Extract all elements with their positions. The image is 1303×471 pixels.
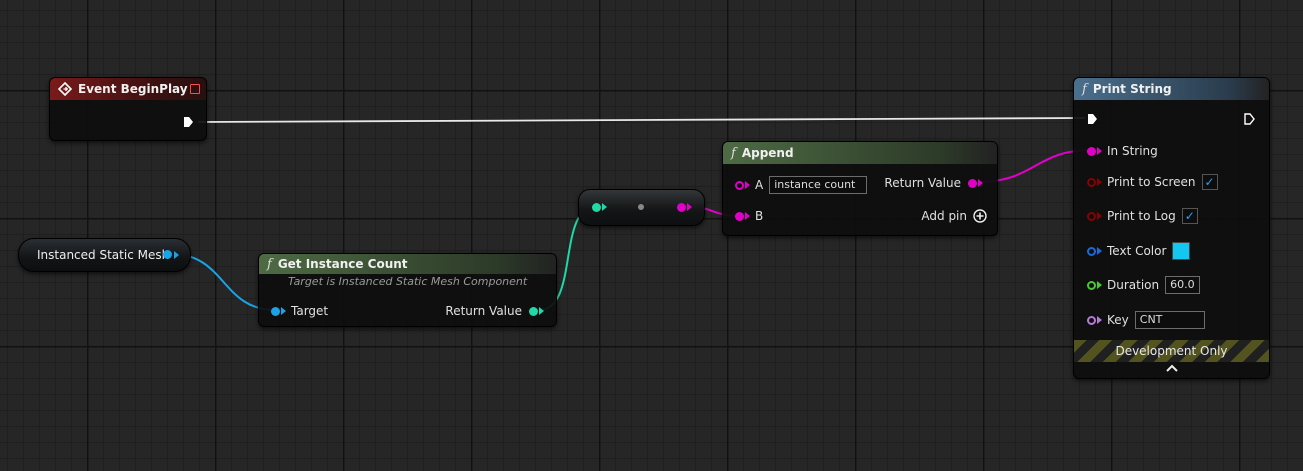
return-value-pin[interactable]	[529, 306, 538, 316]
append-b-pin[interactable]	[735, 211, 744, 221]
append-b-row: B	[735, 209, 763, 223]
collapse-chevron-up-icon[interactable]	[1166, 364, 1178, 372]
print-to-screen-checkbox[interactable]: ✓	[1201, 174, 1218, 190]
text-color-pin[interactable]	[1087, 246, 1096, 256]
duration-row: Duration 60.0	[1087, 276, 1200, 294]
add-plus-icon	[973, 209, 987, 223]
append-return-pin[interactable]	[968, 178, 977, 188]
development-only-banner: Development Only	[1074, 340, 1269, 362]
duration-label: Duration	[1107, 278, 1160, 292]
event-beginplay-title: Event BeginPlay	[78, 82, 188, 96]
pin-arrow-icon	[1097, 281, 1102, 289]
pin-arrow-icon	[281, 307, 286, 315]
append-return-row: Return Value	[884, 176, 983, 190]
print-string-title: Print String	[1092, 82, 1172, 96]
pin-arrow-icon	[1097, 147, 1102, 155]
pin-arrow-icon	[978, 179, 983, 187]
pin-arrow-icon	[1097, 212, 1102, 220]
int-to-string-conversion-node[interactable]	[578, 189, 705, 226]
get-instance-count-subtitle: Target is Instanced Static Mesh Componen…	[288, 275, 528, 288]
print-to-screen-pin[interactable]	[1087, 177, 1096, 187]
conversion-output-pin[interactable]	[677, 203, 686, 212]
pin-arrow-icon	[745, 181, 750, 189]
print-to-log-row: Print to Log ✓	[1087, 208, 1198, 224]
print-string-header[interactable]: f Print String	[1074, 78, 1269, 100]
conversion-dot-icon	[638, 204, 644, 210]
exec-input-pin[interactable]	[1087, 113, 1098, 125]
pin-arrow-icon	[687, 203, 692, 211]
function-icon: f	[1082, 81, 1087, 97]
pin-arrow-icon	[1097, 178, 1102, 186]
event-square-icon	[190, 84, 200, 94]
append-node[interactable]: f Append A instance count B Return Value…	[722, 141, 998, 236]
instanced-static-mesh-node[interactable]: Instanced Static Mesh	[18, 238, 191, 272]
append-a-pin[interactable]	[735, 180, 744, 190]
print-to-screen-row: Print to Screen ✓	[1087, 174, 1218, 190]
in-string-pin[interactable]	[1087, 146, 1096, 156]
text-color-swatch[interactable]	[1172, 242, 1191, 260]
return-value-label: Return Value	[445, 304, 522, 318]
in-string-row: In String	[1087, 144, 1158, 158]
event-beginplay-header[interactable]: Event BeginPlay	[50, 78, 206, 100]
get-instance-count-header[interactable]: f Get Instance Count	[259, 254, 556, 274]
text-color-row: Text Color	[1087, 242, 1191, 260]
event-beginplay-node[interactable]: Event BeginPlay	[49, 77, 207, 141]
add-pin-button[interactable]: Add pin	[921, 209, 987, 223]
target-label: Target	[291, 304, 329, 318]
append-b-label: B	[755, 209, 764, 223]
print-string-node[interactable]: f Print String In String Print to Screen…	[1073, 77, 1270, 379]
key-row: Key CNT	[1087, 311, 1205, 329]
duration-pin[interactable]	[1087, 280, 1096, 290]
add-pin-label: Add pin	[921, 209, 967, 223]
target-input-pin[interactable]	[271, 306, 280, 316]
append-a-row: A instance count	[735, 176, 868, 194]
exec-wire[interactable]	[197, 117, 1086, 123]
get-instance-count-node[interactable]: f Get Instance Count Target is Instanced…	[258, 253, 557, 327]
print-to-screen-label: Print to Screen	[1107, 175, 1196, 189]
function-icon: f	[267, 256, 272, 272]
return-value-row: Return Value	[445, 304, 544, 318]
print-to-log-pin[interactable]	[1087, 211, 1096, 221]
pin-arrow-icon	[1097, 247, 1102, 255]
append-header[interactable]: f Append	[723, 142, 997, 164]
key-label: Key	[1107, 313, 1129, 327]
event-diamond-icon	[58, 82, 72, 96]
target-input-row: Target	[271, 304, 328, 318]
development-only-label: Development Only	[1115, 344, 1228, 358]
pin-arrow-icon	[1097, 316, 1102, 324]
pin-arrow-icon	[174, 251, 179, 259]
pin-arrow-icon	[602, 203, 607, 211]
instanced-static-mesh-label: Instanced Static Mesh	[37, 248, 170, 262]
function-icon: f	[731, 145, 736, 161]
duration-input[interactable]: 60.0	[1165, 276, 1200, 294]
pin-arrow-icon	[745, 212, 750, 220]
append-return-label: Return Value	[884, 176, 961, 190]
append-title: Append	[741, 146, 794, 160]
exec-output-pin[interactable]	[183, 116, 194, 128]
conversion-input-pin[interactable]	[592, 203, 601, 212]
print-to-log-label: Print to Log	[1107, 209, 1176, 223]
append-a-input[interactable]: instance count	[769, 176, 868, 194]
object-output-pin[interactable]	[163, 250, 172, 259]
append-a-label: A	[755, 178, 764, 192]
exec-output-pin[interactable]	[1244, 113, 1255, 125]
pin-arrow-icon	[539, 307, 544, 315]
text-color-label: Text Color	[1107, 244, 1167, 258]
key-input[interactable]: CNT	[1134, 311, 1205, 329]
get-instance-count-title: Get Instance Count	[277, 257, 408, 271]
print-to-log-checkbox[interactable]: ✓	[1181, 208, 1198, 224]
in-string-label: In String	[1107, 144, 1158, 158]
key-pin[interactable]	[1087, 315, 1096, 325]
